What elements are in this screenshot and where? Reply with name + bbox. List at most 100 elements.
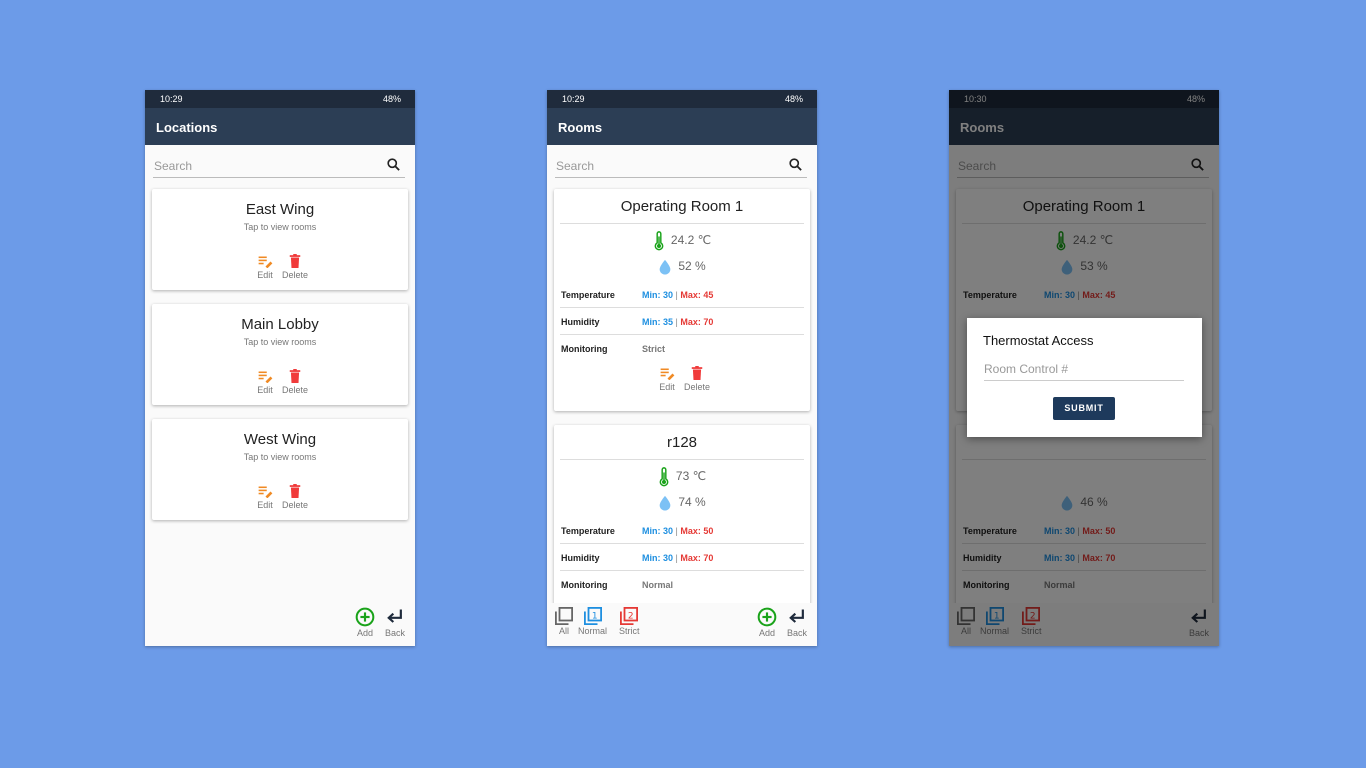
status-bar: 10:29 48% [547,90,817,108]
edit-button[interactable]: Edit [250,370,280,395]
divider [560,570,804,571]
water-drop-icon [658,495,678,511]
back-button[interactable]: Back [385,607,405,638]
svg-text:1: 1 [591,611,597,621]
trash-icon [280,484,310,498]
filter-strict-button[interactable]: 2 Strict [619,607,640,636]
location-subtitle: Tap to view rooms [243,337,317,347]
room-control-input[interactable]: Room Control # [984,362,1184,381]
filter-strict-button-label: Strict [619,626,640,636]
setting-label: Temperature [561,526,615,536]
setting-value: Min: 30 | Max: 50 [642,526,713,536]
water-drop-icon [658,259,678,275]
add-button[interactable]: Add [757,607,777,638]
add-icon [355,607,375,627]
filter-normal-button[interactable]: 1 Normal [578,607,607,636]
edit-button[interactable]: Edit [250,485,280,510]
app-bar: Locations [145,108,415,145]
divider [560,307,804,308]
strict-filter-icon: 2 [619,607,640,625]
setting-label: Monitoring [561,344,608,354]
setting-value: Min: 35 | Max: 70 [642,317,713,327]
divider [560,223,804,224]
search-icon[interactable] [386,157,401,177]
temperature-value: 24.2 ℃ [670,233,712,248]
bottom-bar: Add Back [145,603,415,646]
add-button-label: Add [356,628,373,638]
min-value: Min: 30 [642,553,674,563]
thermometer-icon [653,231,671,251]
filter-normal-button-label: Normal [578,626,608,636]
edit-icon [250,255,280,268]
card-actions: Edit Delete [152,369,408,398]
delete-label: Delete [281,500,308,510]
temperature-value: 73 ℃ [675,469,707,484]
search-icon[interactable] [788,157,803,177]
setting-label: Humidity [561,553,600,563]
setting-value: Min: 30 | Max: 70 [642,553,713,563]
humidity-reading: 52 % [554,259,810,275]
setting-label: Monitoring [561,580,608,590]
edit-button[interactable]: Edit [652,367,682,392]
back-button-label: Back [385,628,406,638]
room-name: r128 [666,434,698,451]
status-battery: 48% [784,94,803,104]
search-input[interactable]: Search [555,157,807,178]
back-button[interactable]: Back [787,607,807,638]
add-button[interactable]: Add [355,607,375,638]
delete-button[interactable]: Delete [280,369,310,395]
setting-value: Min: 30 | Max: 45 [642,290,713,300]
delete-button[interactable]: Delete [280,484,310,510]
delete-label: Delete [281,270,308,280]
monitoring-value: Normal [642,580,674,590]
search-placeholder: Search [154,159,193,173]
app-bar: Rooms [547,108,817,145]
setting-value: Strict [642,344,665,354]
back-button-label: Back [787,628,808,638]
delete-label: Delete [281,385,308,395]
status-time: 10:29 [562,94,585,104]
all-filter-icon [555,607,573,625]
delete-button[interactable]: Delete [682,366,712,392]
location-card[interactable]: East Wing Tap to view rooms Edit Delete [152,189,408,290]
location-card[interactable]: West Wing Tap to view rooms Edit Delete [152,419,408,520]
card-actions: Edit Delete [152,484,408,513]
min-value: Min: 30 [642,290,674,300]
edit-label: Edit [257,385,273,395]
setting-label: Humidity [561,317,600,327]
setting-value: Normal [642,580,673,590]
page-title: Rooms [558,120,603,135]
edit-label: Edit [257,500,273,510]
search-input[interactable]: Search [153,157,405,178]
max-value: Max: 50 [680,526,714,536]
edit-button[interactable]: Edit [250,255,280,280]
max-value: Max: 45 [680,290,714,300]
add-icon [757,607,777,627]
phone-screen-2: 10:29 48% Rooms Search Operating Room 1 24.2 … [547,90,817,646]
back-icon [787,607,807,627]
phone-screen-1: 10:29 48% Locations Search East Wing Tap to v… [145,90,415,646]
status-time: 10:29 [160,94,183,104]
min-value: Min: 35 [642,317,674,327]
room-name: Operating Room 1 [620,198,744,215]
edit-label: Edit [257,270,273,280]
room-card[interactable]: Operating Room 1 24.2 ℃ 52 % Temperature Min… [554,189,810,411]
phone-screen-3: 10:3048%RoomsSearchOperating Room 124.2 … [949,90,1219,646]
filter-all-button-label: All [558,626,569,636]
filter-all-button[interactable]: All [555,607,573,636]
status-bar: 10:29 48% [145,90,415,108]
setting-label: Temperature [561,290,615,300]
location-card[interactable]: Main Lobby Tap to view rooms Edit Delete [152,304,408,405]
submit-button[interactable]: SUBMIT [1053,397,1115,420]
edit-icon [250,370,280,383]
search-placeholder: Search [556,159,595,173]
divider [560,334,804,335]
humidity-value: 52 % [678,259,706,274]
thermometer-icon [658,467,676,487]
add-button-label: Add [758,628,775,638]
status-battery: 48% [382,94,401,104]
location-name: Main Lobby [241,316,319,333]
delete-button[interactable]: Delete [280,254,310,280]
location-subtitle: Tap to view rooms [243,222,317,232]
back-icon [385,607,405,627]
